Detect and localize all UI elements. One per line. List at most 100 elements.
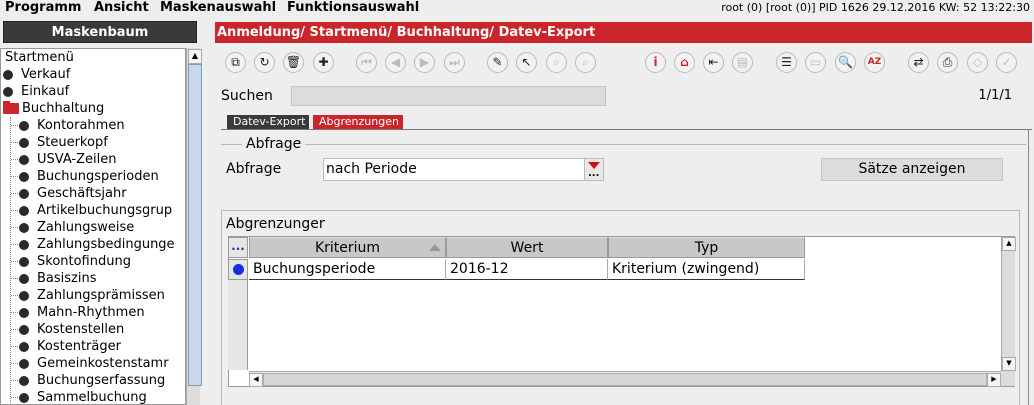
menu-funktionsauswahl[interactable]: Funktionsauswahl	[287, 0, 419, 16]
table-cell[interactable]: Buchungsperiode	[249, 259, 446, 280]
node-dot-icon	[19, 325, 29, 335]
scroll-left-icon[interactable]: ◀	[249, 373, 263, 387]
tree-connector	[11, 125, 18, 126]
info-icon[interactable]: i	[645, 52, 666, 73]
tree-item[interactable]: Zahlungsweise	[2, 219, 185, 236]
menu-ansicht[interactable]: Ansicht	[94, 0, 149, 16]
tree-scrollbar[interactable]: ▲	[186, 48, 202, 405]
tree-item[interactable]: Sammelbuchung	[2, 389, 185, 405]
swap-icon[interactable]: ⇄	[908, 52, 929, 73]
tree-item[interactable]: Skontofindung	[2, 253, 185, 270]
tree-item[interactable]: Steuerkopf	[2, 134, 185, 151]
node-dot-icon	[19, 240, 29, 250]
scroll-right-icon[interactable]: ▶	[987, 373, 1001, 387]
tree-connector	[11, 380, 18, 381]
tree-item[interactable]: Zahlungsbedingunge	[2, 236, 185, 253]
next-icon[interactable]: ▶	[414, 52, 435, 73]
dropdown-button[interactable]: ...	[584, 159, 603, 180]
tree-root[interactable]: Startmenü	[5, 49, 74, 66]
window-icon[interactable]: ⧉	[225, 52, 246, 73]
column-header-typ[interactable]: Typ	[608, 237, 805, 258]
check-icon[interactable]: ✓	[996, 52, 1017, 73]
tree-item[interactable]: Artikelbuchungsgrup	[2, 202, 185, 219]
tree-label: Kostenstellen	[37, 322, 125, 337]
sort-az-icon[interactable]: AZ	[864, 52, 885, 73]
node-dot-icon	[19, 257, 29, 267]
zoom-icon[interactable]: 🔍	[835, 52, 856, 73]
exit-icon[interactable]: ⇤	[703, 52, 724, 73]
trash-icon[interactable]: 🗑	[283, 52, 304, 73]
breadcrumb: Anmeldung/ Startmenü/ Buchhaltung/ Datev…	[215, 22, 1032, 43]
form-icon[interactable]: ▭	[805, 52, 826, 73]
tree-item[interactable]: Geschäftsjahr	[2, 185, 185, 202]
tree-label: Buchhaltung	[22, 101, 105, 116]
last-icon[interactable]: ⏭	[444, 52, 465, 73]
scroll-thumb[interactable]	[263, 373, 987, 386]
tree-item[interactable]: USVA-Zeilen	[2, 151, 185, 168]
table-cell[interactable]: 2016-12	[446, 259, 608, 280]
node-dot-icon	[3, 70, 13, 80]
tab-datev-export[interactable]: Datev-Export	[227, 115, 310, 129]
scroll-up-icon[interactable]: ▲	[188, 49, 202, 64]
tree-label: Sammelbuchung	[37, 390, 147, 405]
row-marker[interactable]	[228, 259, 248, 280]
menu-maskenauswahl[interactable]: Maskenauswahl	[160, 0, 276, 16]
tree-connector	[11, 278, 18, 279]
grid-vertical-scrollbar[interactable]: ▲ ▼	[1001, 237, 1016, 371]
home-icon[interactable]: ⌂	[674, 52, 695, 73]
column-header-kriterium[interactable]: Kriterium	[249, 237, 446, 258]
search-input[interactable]	[291, 86, 606, 106]
tree-item[interactable]: Buchungserfassung	[2, 372, 185, 389]
tree-item[interactable]: Kostenstellen	[2, 321, 185, 338]
table-cell[interactable]: Kriterium (zwingend)	[608, 259, 805, 280]
prev-icon[interactable]: ◀	[385, 52, 406, 73]
tree-item-verkauf[interactable]: Verkauf	[2, 66, 182, 83]
tree-connector	[11, 312, 18, 313]
folder-open-icon	[3, 101, 19, 114]
tree-item-einkauf[interactable]: Einkauf	[2, 83, 182, 100]
tab-abgrenzungen[interactable]: Abgrenzungen	[313, 115, 403, 129]
query-select[interactable]: nach Periode ...	[323, 158, 604, 181]
tag-icon[interactable]: ◇	[967, 52, 988, 73]
tree-connector	[11, 210, 18, 211]
tree-connector	[11, 329, 18, 330]
list-icon[interactable]: ☰	[776, 52, 797, 73]
scroll-down-icon[interactable]: ▼	[1002, 357, 1016, 371]
query-label: Abfrage	[226, 161, 282, 177]
current-row-icon	[233, 264, 244, 275]
first-icon[interactable]: ⏮	[356, 52, 377, 73]
add-icon[interactable]: ✚	[313, 52, 334, 73]
tree-item[interactable]: Kontorahmen	[2, 117, 185, 134]
tree-label: Geschäftsjahr	[37, 186, 127, 201]
tree-item[interactable]: Buchungsperioden	[2, 168, 185, 185]
refresh-icon[interactable]: ↻	[254, 52, 275, 73]
grid-menu-button[interactable]: ...	[228, 237, 248, 258]
column-header-wert[interactable]: Wert	[446, 237, 608, 258]
column-header-label: Kriterium	[314, 240, 381, 256]
show-records-button[interactable]: Sätze anzeigen	[821, 158, 1003, 181]
menu-programm[interactable]: Programm	[5, 0, 81, 16]
export-icon[interactable]: ▤	[732, 52, 753, 73]
node-dot-icon	[19, 223, 29, 233]
tree-connector	[11, 363, 18, 364]
tree-item[interactable]: Kostenträger	[2, 338, 185, 355]
tree-item[interactable]: Zahlungsprämissen	[2, 287, 185, 304]
scroll-thumb[interactable]	[188, 64, 202, 386]
grid-horizontal-scrollbar[interactable]: ◀ ▶	[249, 371, 1001, 387]
print-icon[interactable]: ⎙	[937, 52, 958, 73]
edit-icon[interactable]: ✎	[487, 52, 508, 73]
tree-item-buchhaltung[interactable]: Buchhaltung	[2, 100, 182, 117]
tree-item[interactable]: Mahn-Rhythmen	[2, 304, 185, 321]
grid-title: Abgrenzungen	[226, 216, 325, 232]
tree-label: Basiszins	[37, 271, 97, 286]
tree-label: Zahlungsprämissen	[37, 288, 165, 303]
tree-item[interactable]: Basiszins	[2, 270, 185, 287]
search-clear-icon[interactable]: ⌕	[575, 52, 596, 73]
scroll-up-icon[interactable]: ▲	[1002, 237, 1016, 251]
pointer-icon[interactable]: ↖	[516, 52, 537, 73]
tree-connector	[11, 244, 18, 245]
tree-item[interactable]: Gemeinkostenstamr	[2, 355, 185, 372]
tree-label: Buchungserfassung	[37, 373, 166, 388]
tree-connector	[11, 397, 18, 398]
search-replace-icon[interactable]: ⌕	[546, 52, 567, 73]
